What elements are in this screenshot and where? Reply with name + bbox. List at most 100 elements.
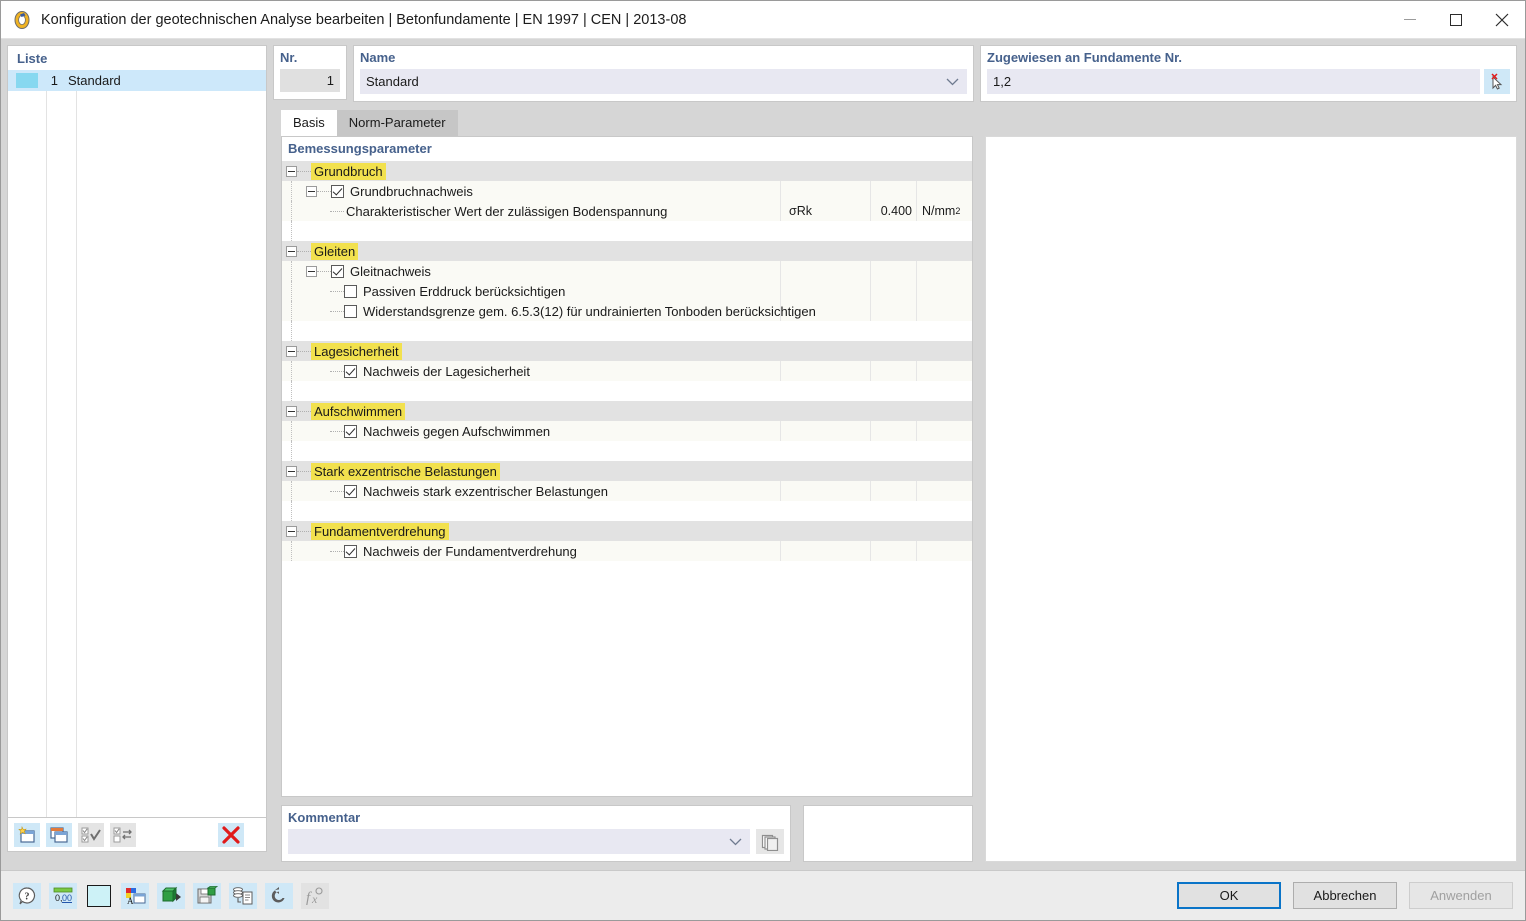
number-format-icon[interactable]: 0, 00 [49, 882, 77, 909]
duplicate-entry-button[interactable] [46, 822, 72, 847]
comment-group: Kommentar [281, 805, 791, 862]
tree-item-symbol: σRk [780, 201, 870, 221]
checkbox[interactable] [344, 364, 357, 378]
copy-pages-icon[interactable] [756, 829, 784, 854]
new-entry-button[interactable] [14, 822, 40, 847]
tree-item-label-cell: Gleitnachweis [282, 261, 780, 281]
tree-item-value [870, 261, 916, 281]
color-swatch-button[interactable] [85, 883, 113, 909]
tab-norm-parameter[interactable]: Norm-Parameter [336, 110, 458, 136]
collapse-icon[interactable] [286, 525, 297, 537]
tree-item-row[interactable]: Nachweis stark exzentrischer Belastungen [282, 481, 972, 501]
collapse-icon[interactable] [286, 165, 297, 177]
tree-group-sym-cell [780, 341, 870, 361]
ok-button[interactable]: OK [1177, 882, 1281, 909]
tree-item-row[interactable]: Nachweis der Fundamentverdrehung [282, 541, 972, 561]
list-item[interactable]: 1 Standard [8, 70, 266, 91]
invert-selection-button[interactable] [110, 822, 136, 847]
tree-connector [330, 311, 344, 312]
tree-item-value[interactable]: 0.400 [870, 201, 916, 221]
select-all-button[interactable] [78, 822, 104, 847]
collapse-icon[interactable] [286, 405, 297, 417]
name-combobox[interactable]: Standard [360, 69, 967, 94]
tree-spacer-sym-cell [780, 441, 870, 461]
maximize-button[interactable] [1433, 1, 1479, 39]
collapse-icon[interactable] [306, 185, 317, 197]
checkbox[interactable] [331, 184, 344, 198]
tree-item-symbol [780, 361, 870, 381]
tab-basis[interactable]: Basis [281, 110, 337, 136]
list-item-color-swatch [16, 73, 38, 88]
nr-input[interactable]: 1 [280, 69, 340, 92]
tree-item-label-cell: Widerstandsgrenze gem. 6.5.3(12) für und… [282, 301, 816, 321]
tree-group-row[interactable]: Stark exzentrische Belastungen [282, 461, 972, 481]
tree-group-unit-cell [916, 341, 972, 361]
tree-group-row[interactable]: Gleiten [282, 241, 972, 261]
tree-item-row[interactable]: Grundbruchnachweis [282, 181, 972, 201]
assigned-input[interactable]: 1,2 [987, 69, 1480, 94]
delete-entry-button[interactable] [218, 822, 244, 847]
checkbox[interactable] [331, 264, 344, 278]
tree-group-sym-cell [780, 461, 870, 481]
tree-group-row[interactable]: Fundamentverdrehung [282, 521, 972, 541]
list-column-separator-1 [46, 91, 47, 817]
apply-button[interactable]: Anwenden [1409, 882, 1513, 909]
tree-item-row[interactable]: Nachweis der Lagesicherheit [282, 361, 972, 381]
tree-group-label-cell: Lagesicherheit [282, 341, 780, 361]
close-button[interactable] [1479, 1, 1525, 39]
tree-item-row[interactable]: Passiven Erddruck berücksichtigen [282, 281, 972, 301]
tree-item-symbol [780, 281, 870, 301]
report-document-icon[interactable] [229, 882, 257, 909]
comment-combobox[interactable] [288, 829, 750, 854]
tree-group-val-cell [870, 341, 916, 361]
checkbox[interactable] [344, 484, 357, 498]
tree-connector [330, 551, 344, 552]
tree-item-unit [916, 301, 972, 321]
cancel-button[interactable]: Abbrechen [1293, 882, 1397, 909]
tree-item-label-cell: Charakteristischer Wert der zulässigen B… [282, 201, 780, 221]
list-column-separator-2 [76, 91, 77, 817]
checkbox[interactable] [344, 544, 357, 558]
import-green-arrow-icon[interactable] [157, 882, 185, 909]
collapse-icon[interactable] [306, 265, 317, 277]
minimize-button[interactable] [1387, 1, 1433, 39]
undo-reset-icon[interactable] [265, 882, 293, 909]
svg-text:00: 00 [62, 893, 72, 903]
save-floppy-green-icon[interactable] [193, 882, 221, 909]
tree-guide-line [291, 541, 292, 561]
tree-item-symbol [780, 181, 870, 201]
tree-item-label: Charakteristischer Wert der zulässigen B… [346, 203, 668, 219]
tree-group-name: Gleiten [311, 242, 359, 260]
tree-group-row[interactable]: Lagesicherheit [282, 341, 972, 361]
tree-group-name: Fundamentverdrehung [311, 522, 449, 540]
svg-text:x: x [311, 892, 318, 906]
tree-group-row[interactable]: Grundbruch [282, 161, 972, 181]
tree-spacer-val-cell [870, 321, 916, 341]
tree-body: Grundbruch Grundbruchnachweis Charakterist… [282, 161, 972, 796]
tree-item-row[interactable]: Gleitnachweis [282, 261, 972, 281]
tree-connector [330, 431, 344, 432]
tree-group-row[interactable]: Aufschwimmen [282, 401, 972, 421]
tree-item-label-cell: Nachweis stark exzentrischer Belastungen [282, 481, 780, 501]
tree-item-row[interactable]: Nachweis gegen Aufschwimmen [282, 421, 972, 441]
help-button[interactable]: ? [13, 882, 41, 909]
tree-spacer-unit-cell [916, 221, 972, 241]
select-objects-cursor-icon[interactable] [1484, 69, 1510, 94]
collapse-icon[interactable] [286, 245, 297, 257]
collapse-icon[interactable] [286, 465, 297, 477]
tree-connector [297, 471, 311, 472]
checkbox[interactable] [344, 424, 357, 438]
display-properties-icon[interactable]: A [121, 882, 149, 909]
checkbox[interactable] [344, 284, 357, 298]
tree-spacer-sym-cell [780, 221, 870, 241]
collapse-icon[interactable] [286, 345, 297, 357]
tree-item-row[interactable]: Widerstandsgrenze gem. 6.5.3(12) für und… [282, 301, 972, 321]
tree-item-value [870, 281, 916, 301]
formula-fx-icon[interactable]: f x [301, 882, 329, 909]
checkbox[interactable] [344, 304, 357, 318]
tree-group-sym-cell [780, 521, 870, 541]
tree-guide-line [291, 321, 292, 341]
tree-spacer-cell [282, 441, 780, 461]
tree-item-row[interactable]: Charakteristischer Wert der zulässigen B… [282, 201, 972, 221]
tree-item-value [870, 301, 916, 321]
